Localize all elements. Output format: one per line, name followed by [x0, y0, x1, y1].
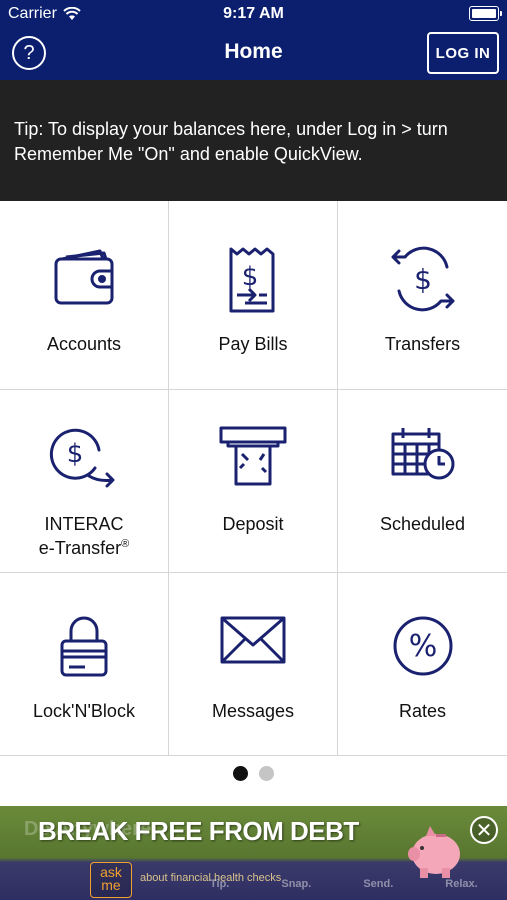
- atm-deposit-icon: [219, 426, 287, 486]
- tile-label: Messages: [211, 701, 295, 721]
- tile-label: Transfers: [384, 334, 461, 354]
- feature-grid: Accounts $ Pay Bills $ Transfers $ INTER…: [0, 201, 507, 756]
- tile-lock-n-block[interactable]: Lock'N'Block: [0, 573, 169, 756]
- status-bar: Carrier 9:17 AM: [0, 0, 507, 28]
- lock-card-icon: [60, 616, 108, 677]
- banner-headline: BREAK FREE FROM DEBT: [38, 816, 359, 846]
- page-dot[interactable]: [259, 766, 274, 781]
- close-ad-button[interactable]: ✕: [470, 816, 498, 844]
- battery-icon: [469, 6, 502, 21]
- tile-label: Rates: [398, 701, 447, 721]
- tile-label: Lock'N'Block: [33, 701, 135, 721]
- login-button[interactable]: LOG IN: [427, 32, 499, 74]
- envelope-icon: [220, 616, 286, 664]
- piggy-bank-icon: [408, 826, 460, 878]
- tile-label: Accounts: [46, 334, 122, 354]
- bill-icon: $: [229, 247, 275, 313]
- tile-transfers[interactable]: $ Transfers: [338, 201, 507, 390]
- svg-text:%: %: [408, 629, 437, 664]
- tile-label: INTERAC e-Transfer®: [0, 514, 168, 558]
- percent-icon: %: [393, 616, 452, 676]
- svg-text:$: $: [67, 439, 84, 469]
- banner-step: Tip.: [210, 878, 230, 890]
- tile-pay-bills[interactable]: $ Pay Bills: [169, 201, 338, 390]
- banner-step: Send.: [363, 878, 394, 890]
- interac-label-line2: e-Transfer: [38, 538, 122, 558]
- tile-interac-etransfer[interactable]: $ INTERAC e-Transfer®: [0, 390, 169, 573]
- tile-label: Pay Bills: [218, 334, 288, 354]
- ad-banner[interactable]: Do Anywhere BREAK FREE FROM DEBT ask me …: [0, 806, 507, 900]
- svg-text:$: $: [242, 262, 259, 292]
- tile-accounts[interactable]: Accounts: [0, 201, 169, 390]
- page-indicator[interactable]: [0, 766, 507, 782]
- tile-label: Scheduled: [379, 514, 466, 534]
- registered-mark: ®: [121, 538, 130, 550]
- tip-text: Tip: To display your balances here, unde…: [14, 119, 448, 164]
- banner-step: Snap.: [281, 878, 312, 890]
- tile-deposit[interactable]: Deposit: [169, 390, 338, 573]
- tile-rates[interactable]: % Rates: [338, 573, 507, 756]
- tile-label: Deposit: [222, 514, 284, 534]
- clock: 9:17 AM: [223, 5, 284, 22]
- wallet-icon: [54, 249, 114, 305]
- calendar-clock-icon: [391, 428, 454, 480]
- page-dot-active[interactable]: [233, 766, 248, 781]
- interac-label-line1: INTERAC: [44, 514, 124, 534]
- svg-text:$: $: [414, 263, 432, 296]
- tile-scheduled[interactable]: Scheduled: [338, 390, 507, 573]
- navigation-bar: ? Home LOG IN: [0, 28, 507, 80]
- interac-etransfer-icon: $: [49, 428, 115, 488]
- tile-messages[interactable]: Messages: [169, 573, 338, 756]
- ask-me-logo: ask me: [90, 862, 132, 898]
- transfer-icon: $: [391, 246, 454, 312]
- tip-banner: Tip: To display your balances here, unde…: [0, 80, 507, 201]
